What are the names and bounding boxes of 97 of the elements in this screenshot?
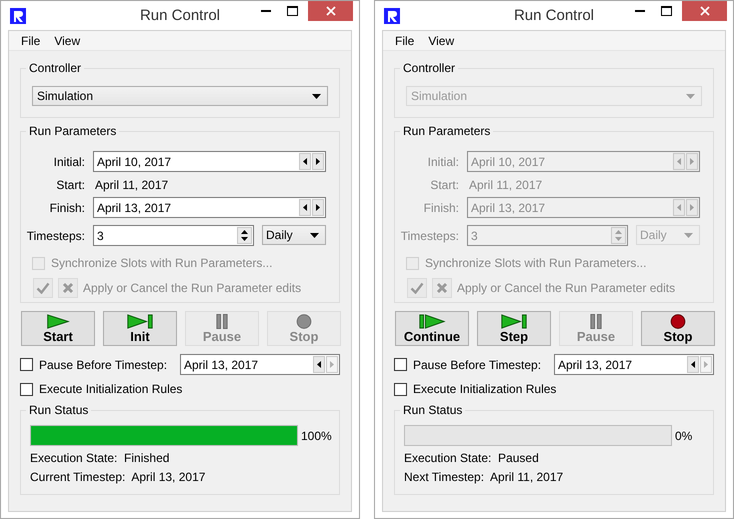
checkbox-label: Synchronize Slots with Run Parameters... [51, 256, 272, 270]
field-label: Initial: [426, 154, 459, 168]
group-title: Controller [28, 61, 82, 75]
field-label: Finish: [422, 200, 459, 214]
controller-dropdown[interactable]: Simulation [32, 86, 328, 106]
check-icon [410, 282, 424, 294]
checkbox[interactable] [394, 382, 407, 396]
start-date: April 11, 2017 [468, 176, 544, 194]
left-arrow-icon [677, 204, 681, 211]
right-arrow-icon [690, 204, 694, 211]
stop-icon [296, 314, 312, 329]
group-title: Run Status [402, 403, 464, 417]
caret-icon [686, 94, 695, 98]
caret-icon [312, 94, 321, 98]
left-arrow-icon [317, 361, 321, 368]
close-icon [700, 6, 710, 16]
checkbox[interactable] [20, 382, 33, 396]
date-field[interactable]: April 13, 2017 [93, 197, 326, 218]
app-icon [10, 8, 26, 24]
group-title: Controller [402, 61, 456, 75]
step-right-button[interactable] [312, 199, 324, 216]
start-date: April 11, 2017 [94, 176, 170, 194]
unit-dropdown[interactable]: Daily [262, 225, 326, 245]
step-icon [500, 314, 528, 329]
step-left-button[interactable] [299, 199, 311, 216]
apply-hint: Apply or Cancel the Run Parameter edits [83, 281, 302, 295]
checkbox[interactable] [394, 358, 407, 371]
play-icon [46, 314, 70, 329]
step-left-button[interactable] [299, 153, 311, 170]
right-arrow-icon [330, 361, 334, 368]
up-down-arrows-icon [241, 230, 248, 241]
caret-icon [310, 232, 319, 238]
step-left-button[interactable] [687, 356, 699, 373]
checkbox-label: Synchronize Slots with Run Parameters... [425, 256, 646, 270]
pause-icon [590, 314, 602, 329]
app-icon [384, 8, 400, 24]
menu-item[interactable]: File [389, 34, 420, 48]
field-label: Timesteps: [400, 228, 459, 242]
up-down-arrows-icon [615, 230, 622, 241]
left-arrow-icon [691, 361, 695, 368]
checkbox-label: Execute Initialization Rules [413, 382, 556, 396]
group-title: Run Parameters [28, 124, 118, 138]
date-field[interactable]: April 13, 2017 [554, 354, 714, 375]
run-button[interactable]: Step [477, 311, 551, 346]
field-label: Start: [55, 176, 85, 194]
date-field[interactable]: April 13, 2017 [180, 354, 340, 375]
window-title: Run Control [140, 7, 220, 24]
percent-label: 100% [301, 428, 331, 442]
run-button[interactable]: Init [103, 311, 177, 346]
field-label: Start: [429, 176, 459, 194]
cross-icon [62, 282, 74, 294]
maximize-icon [660, 6, 672, 16]
run-button[interactable]: Start [21, 311, 95, 346]
right-arrow-icon [690, 158, 694, 165]
stop-icon [670, 314, 686, 329]
right-arrow-icon [704, 361, 708, 368]
right-arrow-icon [316, 204, 320, 211]
close-button[interactable] [682, 1, 727, 21]
close-button[interactable] [308, 1, 353, 21]
run-button[interactable]: Stop [641, 311, 715, 346]
status-text: Execution State: Paused [403, 451, 540, 465]
checkbox-label: Execute Initialization Rules [39, 382, 182, 396]
group-title: Run Status [28, 403, 90, 417]
field-label: Timesteps: [26, 228, 85, 242]
menu-item[interactable]: View [48, 34, 86, 48]
status-text: Current Timestep: April 13, 2017 [29, 470, 206, 484]
continue-icon [418, 314, 446, 329]
status-text: Execution State: Finished [29, 451, 170, 465]
checkbox-label: Pause Before Timestep: [39, 358, 168, 372]
date-field[interactable]: April 10, 2017 [93, 151, 326, 172]
window-title: Run Control [514, 7, 594, 24]
apply-hint: Apply or Cancel the Run Parameter edits [457, 281, 676, 295]
timesteps-field[interactable]: 3 [93, 225, 254, 246]
step-left-button[interactable] [313, 356, 325, 373]
right-arrow-icon [316, 158, 320, 165]
group-title: Run Parameters [402, 124, 492, 138]
check-icon [36, 282, 50, 294]
run-button[interactable]: Continue [395, 311, 469, 346]
pause-icon [216, 314, 228, 329]
cross-icon [436, 282, 448, 294]
step-right-button[interactable] [312, 153, 324, 170]
checkbox-label: Pause Before Timestep: [413, 358, 542, 372]
menu-item[interactable]: View [422, 34, 460, 48]
percent-label: 0% [675, 428, 694, 442]
field-label: Finish: [48, 200, 85, 214]
field-label: Initial: [52, 154, 85, 168]
left-arrow-icon [677, 158, 681, 165]
status-text: Next Timestep: April 11, 2017 [403, 470, 564, 484]
caret-icon [684, 232, 693, 238]
left-arrow-icon [303, 204, 307, 211]
left-arrow-icon [303, 158, 307, 165]
step-icon [126, 314, 154, 329]
maximize-icon [286, 6, 298, 16]
menu-item[interactable]: File [15, 34, 46, 48]
spinner-button[interactable] [237, 227, 252, 244]
checkbox[interactable] [20, 358, 33, 371]
close-icon [326, 6, 336, 16]
